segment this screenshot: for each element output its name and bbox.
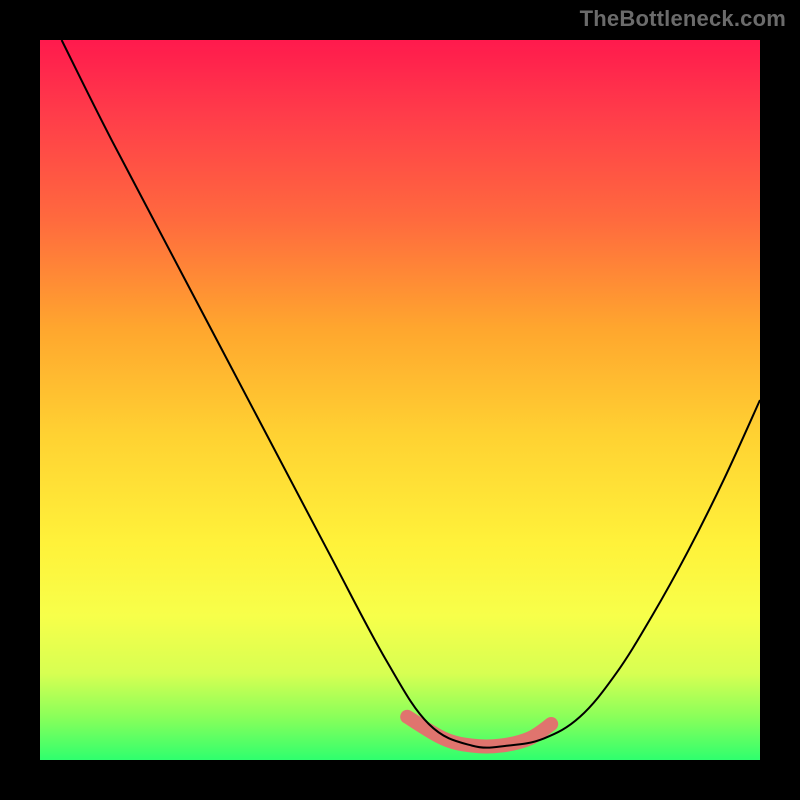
watermark-text: TheBottleneck.com xyxy=(580,6,786,32)
chart-frame: TheBottleneck.com xyxy=(0,0,800,800)
plot-area xyxy=(40,40,760,760)
